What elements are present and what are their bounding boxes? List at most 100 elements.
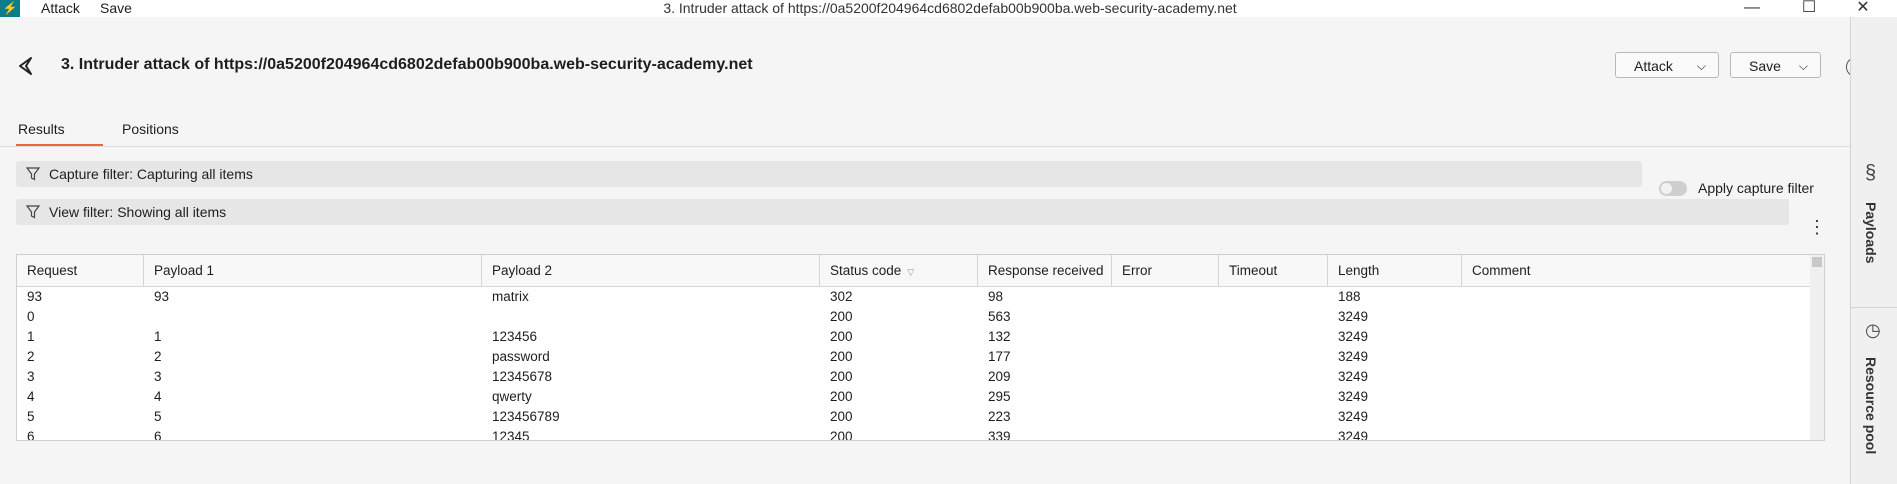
apply-capture-filter-toggle[interactable] bbox=[1659, 181, 1687, 196]
cell-request: 1 bbox=[27, 329, 35, 344]
cell-payload-2: 12345 bbox=[492, 429, 530, 441]
cell-length: 3249 bbox=[1338, 389, 1369, 404]
column-length[interactable]: Length bbox=[1328, 255, 1462, 286]
cell-comment bbox=[1462, 387, 1472, 407]
cell-response-received: 177 bbox=[988, 349, 1011, 364]
table-row[interactable]: 6 6 12345 200 339 3249 bbox=[17, 427, 1810, 441]
column-response-received[interactable]: Response received bbox=[978, 255, 1112, 286]
cell-error bbox=[1112, 347, 1122, 367]
column-error[interactable]: Error bbox=[1112, 255, 1219, 286]
cell-length: 3249 bbox=[1338, 309, 1369, 324]
menu-save[interactable]: Save bbox=[100, 0, 132, 17]
table-row[interactable]: 5 5 123456789 200 223 3249 bbox=[17, 407, 1810, 427]
cell-payload-2: matrix bbox=[492, 289, 529, 304]
cell-payload-2 bbox=[482, 307, 492, 327]
vertical-scrollbar[interactable] bbox=[1810, 255, 1824, 440]
more-options-icon[interactable]: ⋮ bbox=[1808, 218, 1826, 236]
table-header: Request Payload 1 Payload 2 Status code ▽… bbox=[17, 255, 1810, 287]
cell-error bbox=[1112, 367, 1122, 387]
column-payload-2[interactable]: Payload 2 bbox=[482, 255, 820, 286]
cell-response-received: 209 bbox=[988, 369, 1011, 384]
cell-timeout bbox=[1219, 427, 1229, 440]
table-row[interactable]: 93 93 matrix 302 98 188 bbox=[17, 287, 1810, 307]
cell-length: 3249 bbox=[1338, 409, 1369, 424]
tabs-divider bbox=[0, 146, 1850, 147]
main-panel: 3. Intruder attack of https://0a5200f204… bbox=[0, 17, 1866, 484]
attack-dropdown-button[interactable]: Attack ⌵ bbox=[1615, 52, 1719, 78]
cell-status-code: 200 bbox=[830, 369, 853, 384]
cell-error bbox=[1112, 287, 1122, 307]
cell-comment bbox=[1462, 427, 1472, 440]
cell-status-code: 200 bbox=[830, 429, 853, 441]
side-panel: § Payloads ◷ Resource pool bbox=[1850, 17, 1897, 484]
cell-comment bbox=[1462, 367, 1472, 387]
capture-filter-bar[interactable]: Capture filter: Capturing all items bbox=[16, 161, 1642, 187]
cell-error bbox=[1112, 327, 1122, 347]
cell-timeout bbox=[1219, 387, 1229, 407]
cell-status-code: 200 bbox=[830, 349, 853, 364]
cell-comment bbox=[1462, 307, 1472, 327]
column-payload-1[interactable]: Payload 1 bbox=[144, 255, 482, 286]
resource-pool-tab[interactable]: Resource pool bbox=[1863, 357, 1879, 454]
table-row[interactable]: 2 2 password 200 177 3249 bbox=[17, 347, 1810, 367]
cell-request: 93 bbox=[27, 289, 43, 304]
cell-response-received: 98 bbox=[988, 289, 1004, 304]
back-arrow-icon[interactable] bbox=[16, 55, 38, 77]
cell-status-code: 302 bbox=[830, 289, 853, 304]
resource-pool-icon[interactable]: ◷ bbox=[1865, 320, 1881, 341]
table-row[interactable]: 4 4 qwerty 200 295 3249 bbox=[17, 387, 1810, 407]
minimize-button[interactable]: — bbox=[1730, 0, 1774, 17]
cell-comment bbox=[1462, 407, 1472, 427]
capture-filter-text: Capture filter: Capturing all items bbox=[49, 166, 253, 182]
cell-payload-2: 12345678 bbox=[492, 369, 553, 384]
cell-request: 6 bbox=[27, 429, 35, 441]
cell-payload-1 bbox=[144, 307, 154, 327]
chevron-down-icon: ⌵ bbox=[1696, 59, 1706, 73]
tab-results[interactable]: Results bbox=[18, 121, 65, 137]
save-button-label: Save bbox=[1749, 58, 1781, 74]
cell-status-code: 200 bbox=[830, 389, 853, 404]
column-request[interactable]: Request bbox=[17, 255, 144, 286]
cell-timeout bbox=[1219, 347, 1229, 367]
cell-request: 0 bbox=[27, 309, 35, 324]
maximize-button[interactable]: ☐ bbox=[1787, 0, 1831, 17]
payloads-icon[interactable]: § bbox=[1865, 162, 1876, 185]
cell-status-code: 200 bbox=[830, 409, 853, 424]
tab-positions[interactable]: Positions bbox=[122, 121, 179, 137]
menu-attack[interactable]: Attack bbox=[41, 0, 80, 17]
window-title: 3. Intruder attack of https://0a5200f204… bbox=[663, 0, 1237, 16]
payloads-tab[interactable]: Payloads bbox=[1863, 202, 1879, 263]
cell-length: 3249 bbox=[1338, 429, 1369, 441]
close-button[interactable]: ✕ bbox=[1841, 0, 1885, 17]
save-dropdown-button[interactable]: Save ⌵ bbox=[1730, 52, 1821, 78]
table-row[interactable]: 3 3 12345678 200 209 3249 bbox=[17, 367, 1810, 387]
scrollbar-thumb[interactable] bbox=[1812, 257, 1822, 267]
column-status-code[interactable]: Status code ▽ bbox=[820, 255, 978, 286]
cell-status-code: 200 bbox=[830, 329, 853, 344]
cell-timeout bbox=[1219, 307, 1229, 327]
table-row[interactable]: 0 200 563 3249 bbox=[17, 307, 1810, 327]
column-timeout[interactable]: Timeout bbox=[1219, 255, 1328, 286]
cell-response-received: 295 bbox=[988, 389, 1011, 404]
filter-icon bbox=[26, 167, 40, 181]
cell-error bbox=[1112, 427, 1122, 440]
table-row[interactable]: 1 1 123456 200 132 3249 bbox=[17, 327, 1810, 347]
page-title: 3. Intruder attack of https://0a5200f204… bbox=[61, 56, 753, 73]
burp-logo-icon: ⚡ bbox=[0, 0, 20, 17]
view-filter-bar[interactable]: View filter: Showing all items bbox=[16, 199, 1789, 225]
cell-payload-1: 6 bbox=[154, 429, 162, 441]
cell-payload-2: qwerty bbox=[492, 389, 532, 404]
cell-timeout bbox=[1219, 327, 1229, 347]
cell-request: 3 bbox=[27, 369, 35, 384]
cell-payload-1: 1 bbox=[154, 329, 162, 344]
cell-comment bbox=[1462, 327, 1472, 347]
cell-timeout bbox=[1219, 407, 1229, 427]
apply-capture-filter-label: Apply capture filter bbox=[1698, 180, 1814, 196]
cell-response-received: 339 bbox=[988, 429, 1011, 441]
attack-button-label: Attack bbox=[1634, 58, 1673, 74]
cell-response-received: 563 bbox=[988, 309, 1011, 324]
filter-icon bbox=[26, 205, 40, 219]
chevron-down-icon: ⌵ bbox=[1798, 59, 1808, 73]
column-comment[interactable]: Comment bbox=[1462, 255, 1810, 286]
cell-response-received: 132 bbox=[988, 329, 1011, 344]
